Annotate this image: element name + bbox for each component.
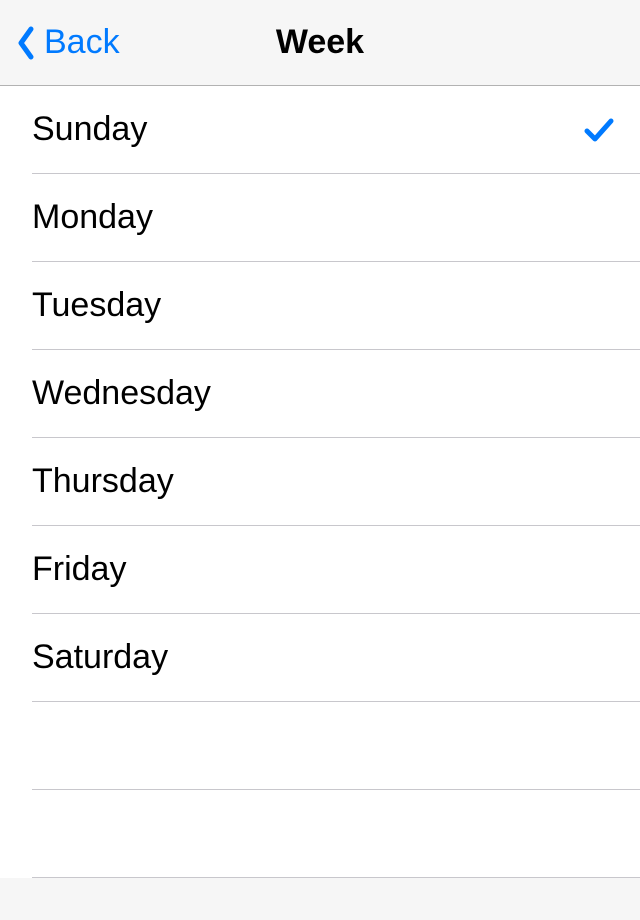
list-item-label: Friday <box>32 550 126 589</box>
list-item-label: Tuesday <box>32 286 161 325</box>
list-item-label: Sunday <box>32 110 147 149</box>
list-item-label: Saturday <box>32 638 168 677</box>
back-button[interactable]: Back <box>0 0 120 85</box>
settings-list: Sunday Monday Tuesday Wednesday <box>0 86 640 878</box>
list-item-label: Thursday <box>32 462 174 501</box>
list-item-tuesday[interactable]: Tuesday <box>32 262 640 350</box>
list-item-sunday[interactable]: Sunday <box>32 86 640 174</box>
checkmark-icon <box>582 113 616 147</box>
list-item-empty[interactable] <box>32 702 640 790</box>
list-item-label: Wednesday <box>32 374 211 413</box>
list-item-saturday[interactable]: Saturday <box>32 614 640 702</box>
navbar: Back Week <box>0 0 640 86</box>
list-item-wednesday[interactable]: Wednesday <box>32 350 640 438</box>
back-label: Back <box>44 23 120 62</box>
list-item-empty[interactable] <box>32 790 640 878</box>
list-item-label: Monday <box>32 198 153 237</box>
list-item-thursday[interactable]: Thursday <box>32 438 640 526</box>
list-item-friday[interactable]: Friday <box>32 526 640 614</box>
list-item-monday[interactable]: Monday <box>32 174 640 262</box>
page-title: Week <box>276 23 364 62</box>
chevron-left-icon <box>14 23 38 63</box>
